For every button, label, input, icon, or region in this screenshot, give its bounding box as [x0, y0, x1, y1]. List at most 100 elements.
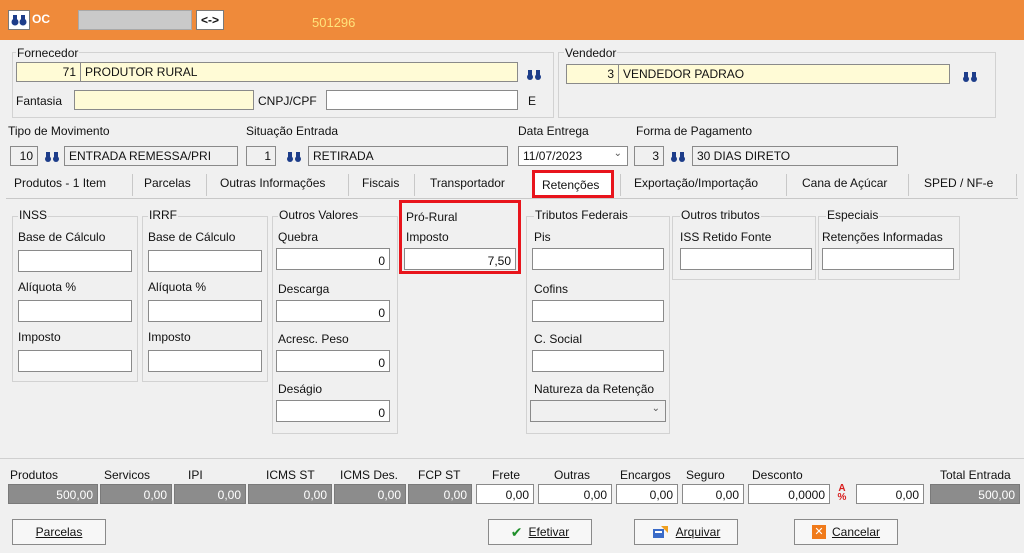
tab-fiscais[interactable]: Fiscais: [362, 176, 399, 190]
inss-base-field[interactable]: [18, 250, 132, 272]
seguro-field[interactable]: 0,00: [682, 484, 744, 504]
vendedor-group: [558, 52, 996, 118]
cancel-icon: ✕: [811, 525, 826, 539]
desconto-pct-field[interactable]: 0,0000: [748, 484, 830, 504]
vendedor-name-field[interactable]: VENDEDOR PADRAO: [618, 64, 950, 84]
tab-separator: [414, 174, 415, 196]
tab-outras-informacoes[interactable]: Outras Informações: [220, 176, 325, 190]
irrf-base-field[interactable]: [148, 250, 262, 272]
movimento-label: Tipo de Movimento: [8, 124, 110, 138]
outras-field[interactable]: 0,00: [538, 484, 612, 504]
iss-retido-field[interactable]: [680, 248, 812, 270]
inss-title: INSS: [18, 208, 49, 222]
descarga-field[interactable]: 0: [276, 300, 390, 322]
cnpj-field[interactable]: [326, 90, 518, 110]
encargos-field[interactable]: 0,00: [616, 484, 678, 504]
acresc-peso-label: Acresc. Peso: [278, 332, 349, 346]
icms-st-total-field: 0,00: [248, 484, 332, 504]
inss-aliquota-label: Alíquota %: [18, 280, 77, 294]
icms-st-total-label: ICMS ST: [266, 468, 315, 482]
frete-label: Frete: [492, 468, 521, 482]
tab-cana-de-acucar[interactable]: Cana de Açúcar: [802, 176, 887, 190]
movimento-search-icon[interactable]: [44, 150, 60, 164]
tab-separator: [348, 174, 349, 196]
pagamento-name-field[interactable]: 30 DIAS DIRETO: [692, 146, 898, 166]
vendedor-search-icon[interactable]: [962, 70, 978, 84]
fornecedor-code-field[interactable]: 71: [16, 62, 80, 82]
cancelar-button[interactable]: ✕ Cancelar: [794, 519, 898, 545]
desagio-field[interactable]: 0: [276, 400, 390, 422]
produtos-total-field: 500,00: [8, 484, 98, 504]
check-icon: ✔: [510, 523, 523, 540]
situacao-name-field[interactable]: RETIRADA: [308, 146, 508, 166]
irrf-imposto-label: Imposto: [148, 330, 191, 344]
situacao-search-icon[interactable]: [286, 150, 302, 164]
irrf-base-label: Base de Cálculo: [148, 230, 236, 244]
tab-parcelas[interactable]: Parcelas: [144, 176, 191, 190]
vendedor-label: Vendedor: [564, 46, 618, 60]
parcelas-button-label: Parcelas: [35, 525, 83, 539]
quebra-label: Quebra: [278, 230, 319, 244]
especiais-title: Especiais: [826, 208, 880, 222]
tab-exportacao-importacao[interactable]: Exportação/Importação: [634, 176, 758, 190]
chevron-down-icon[interactable]: ⌄: [652, 403, 660, 414]
pagamento-search-icon[interactable]: [670, 150, 686, 164]
movimento-code-field[interactable]: 10: [10, 146, 38, 166]
data-entrega-field[interactable]: 11/07/2023 ⌄: [518, 146, 628, 166]
pis-field[interactable]: [532, 248, 664, 270]
chevron-down-icon[interactable]: ⌄: [614, 148, 622, 159]
inss-imposto-label: Imposto: [18, 330, 61, 344]
irrf-title: IRRF: [148, 208, 178, 222]
tab-produtos[interactable]: Produtos - 1 Item: [14, 176, 106, 190]
inss-base-label: Base de Cálculo: [18, 230, 106, 244]
pro-rural-imposto-field[interactable]: 7,50: [404, 248, 516, 270]
desconto-field[interactable]: 0,00: [856, 484, 924, 504]
produtos-total-label: Produtos: [10, 468, 59, 482]
inss-imposto-field[interactable]: [18, 350, 132, 372]
tab-sped-nfe[interactable]: SPED / NF-e: [924, 176, 993, 190]
arquivar-button[interactable]: Arquivar: [634, 519, 738, 545]
situacao-label: Situação Entrada: [246, 124, 339, 138]
fcp-st-total-field: 0,00: [408, 484, 472, 504]
arrow-button[interactable]: <->: [196, 10, 224, 30]
fantasia-field[interactable]: [74, 90, 254, 110]
parcelas-button[interactable]: Parcelas: [12, 519, 106, 545]
quebra-field[interactable]: 0: [276, 248, 390, 270]
efetivar-button[interactable]: ✔ Efetivar: [488, 519, 592, 545]
search-button[interactable]: [8, 10, 30, 30]
header-code-field[interactable]: [78, 10, 192, 30]
pis-label: Pis: [534, 230, 551, 244]
document-number: 501296: [312, 15, 356, 30]
pagamento-code-field[interactable]: 3: [634, 146, 664, 166]
retencoes-informadas-field[interactable]: [822, 248, 954, 270]
situacao-code-field[interactable]: 1: [246, 146, 276, 166]
csocial-field[interactable]: [532, 350, 664, 372]
irrf-imposto-field[interactable]: [148, 350, 262, 372]
tab-transportador[interactable]: Transportador: [430, 176, 505, 190]
natureza-retencao-select[interactable]: ⌄: [530, 400, 666, 422]
vendedor-code-field[interactable]: 3: [566, 64, 618, 84]
efetivar-button-label: Efetivar: [528, 525, 570, 539]
inss-aliquota-field[interactable]: [18, 300, 132, 322]
fornecedor-label: Fornecedor: [16, 46, 80, 60]
e-label: E: [528, 94, 537, 108]
tab-separator: [1016, 174, 1017, 196]
movimento-name-field[interactable]: ENTRADA REMESSA/PRI: [64, 146, 238, 166]
seguro-label: Seguro: [686, 468, 725, 482]
cancelar-button-label: Cancelar: [831, 525, 881, 539]
irrf-aliquota-field[interactable]: [148, 300, 262, 322]
cofins-field[interactable]: [532, 300, 664, 322]
icms-des-total-field: 0,00: [334, 484, 406, 504]
fcp-st-total-label: FCP ST: [418, 468, 461, 482]
cnpj-label: CNPJ/CPF: [258, 94, 317, 108]
frete-field[interactable]: 0,00: [476, 484, 534, 504]
fantasia-label: Fantasia: [16, 94, 63, 108]
fornecedor-search-icon[interactable]: [526, 68, 542, 82]
percent-toggle-icon[interactable]: A%: [834, 484, 850, 504]
tab-separator: [908, 174, 909, 196]
pro-rural-title: Pró-Rural: [406, 210, 458, 224]
arquivar-button-label: Arquivar: [675, 525, 721, 539]
acresc-peso-field[interactable]: 0: [276, 350, 390, 372]
tab-retencoes[interactable]: Retenções: [542, 178, 599, 192]
fornecedor-name-field[interactable]: PRODUTOR RURAL: [80, 62, 518, 82]
